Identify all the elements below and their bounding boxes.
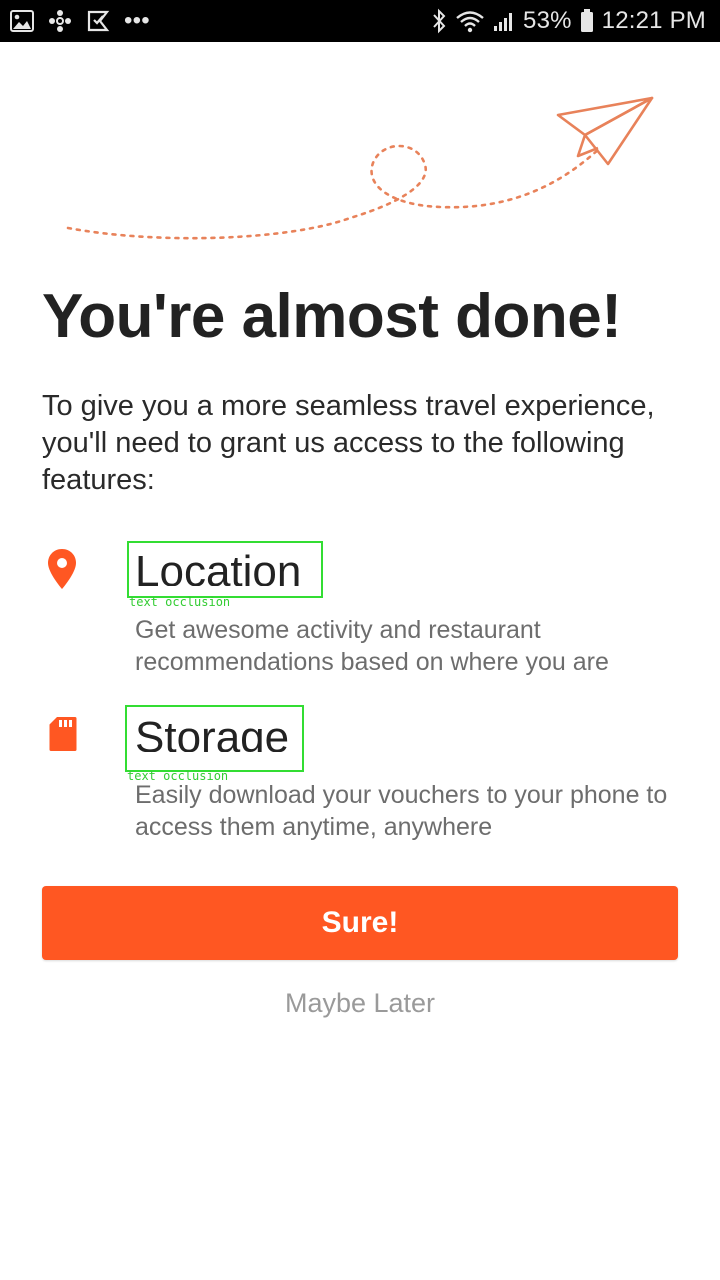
dotted-flight-path (66, 144, 602, 240)
flag-icon (86, 9, 110, 33)
gallery-icon (10, 10, 34, 32)
feature-description: Get awesome activity and restaurant reco… (135, 616, 609, 676)
feature-location: Location text occlusion Get awesome acti… (0, 540, 720, 680)
location-pin-icon (46, 548, 78, 595)
page-title: You're almost done! (42, 282, 622, 351)
sd-card-icon (49, 716, 77, 757)
paper-plane-illustration (66, 96, 654, 240)
paper-plane-icon (556, 96, 654, 166)
feature-description: Easily download your vouchers to your ph… (135, 781, 668, 841)
feature-storage: Storage text occlusion Easily download y… (0, 704, 720, 844)
battery-icon (580, 9, 594, 33)
status-bar-notifications: ••• (10, 0, 150, 42)
occlusion-box (125, 705, 304, 772)
status-bar-system: 53% 12:21 PM (431, 0, 706, 42)
more-dots-icon: ••• (124, 7, 150, 34)
maybe-later-button[interactable]: Maybe Later (0, 988, 720, 1019)
intro-text: To give you a more seamless travel exper… (42, 390, 655, 496)
bluetooth-icon (431, 8, 447, 34)
status-bar: ••• 53% 12:21 PM (0, 0, 720, 42)
occlusion-box (127, 541, 323, 598)
wifi-icon (455, 9, 485, 33)
clock: 12:21 PM (601, 7, 706, 34)
battery-percent: 53% (523, 7, 572, 34)
occlusion-label: text occlusion (129, 595, 231, 609)
sure-button[interactable]: Sure! (42, 886, 678, 960)
pinwheel-icon (48, 9, 72, 33)
signal-icon (493, 10, 515, 32)
